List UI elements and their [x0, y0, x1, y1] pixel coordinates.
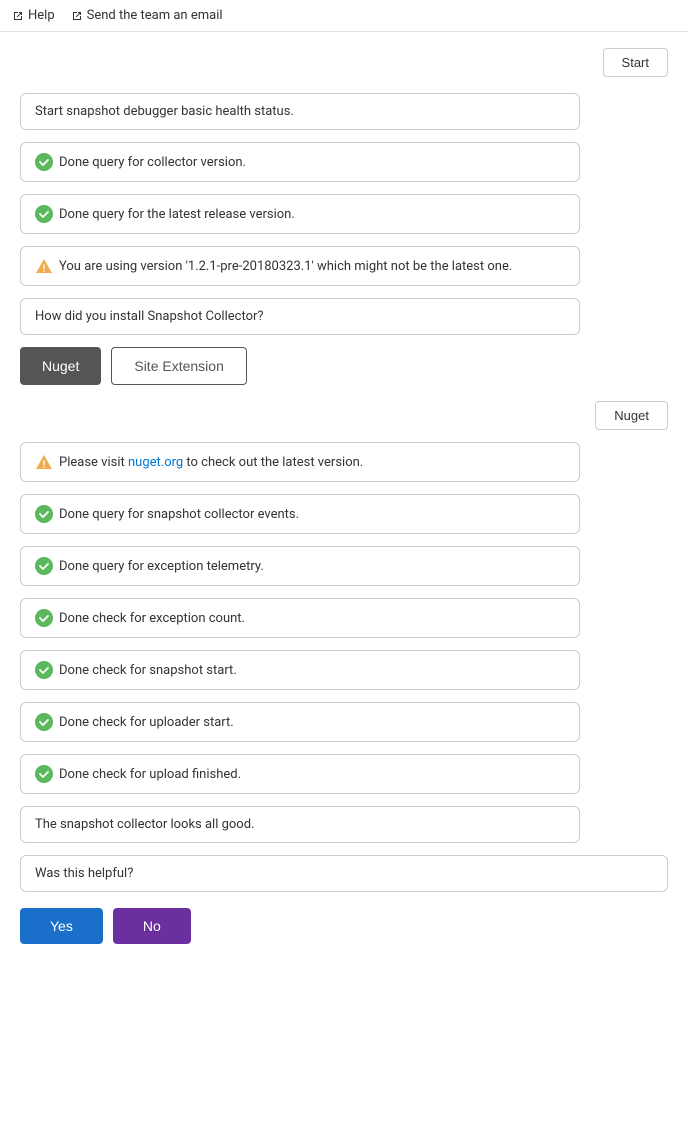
help-label: Help: [28, 8, 55, 23]
site-extension-button[interactable]: Site Extension: [111, 347, 247, 385]
svg-text:!: !: [43, 264, 46, 275]
message-check-uploader-start: Done check for uploader start.: [20, 702, 580, 742]
check-icon-uploader-start: [35, 713, 53, 731]
check-icon-collector: [35, 153, 53, 171]
check-icon-snapshot-start: [35, 661, 53, 679]
nuget-response-row: Nuget: [20, 401, 668, 430]
warn-icon-version: !: [35, 257, 53, 275]
message-nuget-visit: ! Please visit nuget.org to check out th…: [20, 442, 580, 482]
message-looks-good: The snapshot collector looks all good.: [20, 806, 580, 843]
warn-icon-nuget: !: [35, 453, 53, 471]
top-bar: Help Send the team an email: [0, 0, 688, 32]
helpful-question-box: Was this helpful?: [20, 855, 668, 892]
start-button-row: Start: [20, 48, 668, 77]
check-icon-latest: [35, 205, 53, 223]
check-snapshot-start-text: Done check for snapshot start.: [59, 663, 237, 678]
message-version-warning: ! You are using version '1.2.1-pre-20180…: [20, 246, 580, 286]
check-upload-finished-text: Done check for upload finished.: [59, 767, 241, 782]
query-latest-text: Done query for the latest release versio…: [59, 207, 295, 222]
helpful-question-text: Was this helpful?: [35, 866, 133, 881]
check-icon-events: [35, 505, 53, 523]
svg-text:!: !: [43, 460, 46, 471]
nuget-button[interactable]: Nuget: [20, 347, 101, 385]
install-buttons-row: Nuget Site Extension: [20, 347, 668, 385]
looks-good-text: The snapshot collector looks all good.: [35, 817, 254, 832]
message-start-status: Start snapshot debugger basic health sta…: [20, 93, 580, 130]
query-events-text: Done query for snapshot collector events…: [59, 507, 299, 522]
message-check-snapshot-start: Done check for snapshot start.: [20, 650, 580, 690]
install-question-text: How did you install Snapshot Collector?: [35, 309, 264, 324]
external-link-icon: [12, 10, 24, 22]
email-link[interactable]: Send the team an email: [71, 8, 223, 23]
message-query-events: Done query for snapshot collector events…: [20, 494, 580, 534]
message-query-exception: Done query for exception telemetry.: [20, 546, 580, 586]
check-exception-count-text: Done check for exception count.: [59, 611, 245, 626]
helpful-buttons-row: Yes No: [20, 908, 668, 944]
query-exception-text: Done query for exception telemetry.: [59, 559, 264, 574]
nuget-response-button[interactable]: Nuget: [595, 401, 668, 430]
install-question-box: How did you install Snapshot Collector?: [20, 298, 580, 335]
help-link[interactable]: Help: [12, 8, 55, 23]
nuget-visit-text: Please visit nuget.org to check out the …: [59, 455, 363, 470]
start-button[interactable]: Start: [603, 48, 668, 77]
nuget-org-link[interactable]: nuget.org: [128, 455, 183, 470]
start-status-text: Start snapshot debugger basic health sta…: [35, 104, 294, 119]
message-query-latest: Done query for the latest release versio…: [20, 194, 580, 234]
check-icon-upload-finished: [35, 765, 53, 783]
message-check-upload-finished: Done check for upload finished.: [20, 754, 580, 794]
version-warning-text: You are using version '1.2.1-pre-2018032…: [59, 259, 512, 274]
check-icon-exception-count: [35, 609, 53, 627]
email-label: Send the team an email: [87, 8, 223, 23]
yes-button[interactable]: Yes: [20, 908, 103, 944]
check-icon-exception-telemetry: [35, 557, 53, 575]
message-check-exception-count: Done check for exception count.: [20, 598, 580, 638]
email-external-icon: [71, 10, 83, 22]
query-collector-text: Done query for collector version.: [59, 155, 246, 170]
message-query-collector: Done query for collector version.: [20, 142, 580, 182]
no-button[interactable]: No: [113, 908, 191, 944]
check-uploader-start-text: Done check for uploader start.: [59, 715, 234, 730]
